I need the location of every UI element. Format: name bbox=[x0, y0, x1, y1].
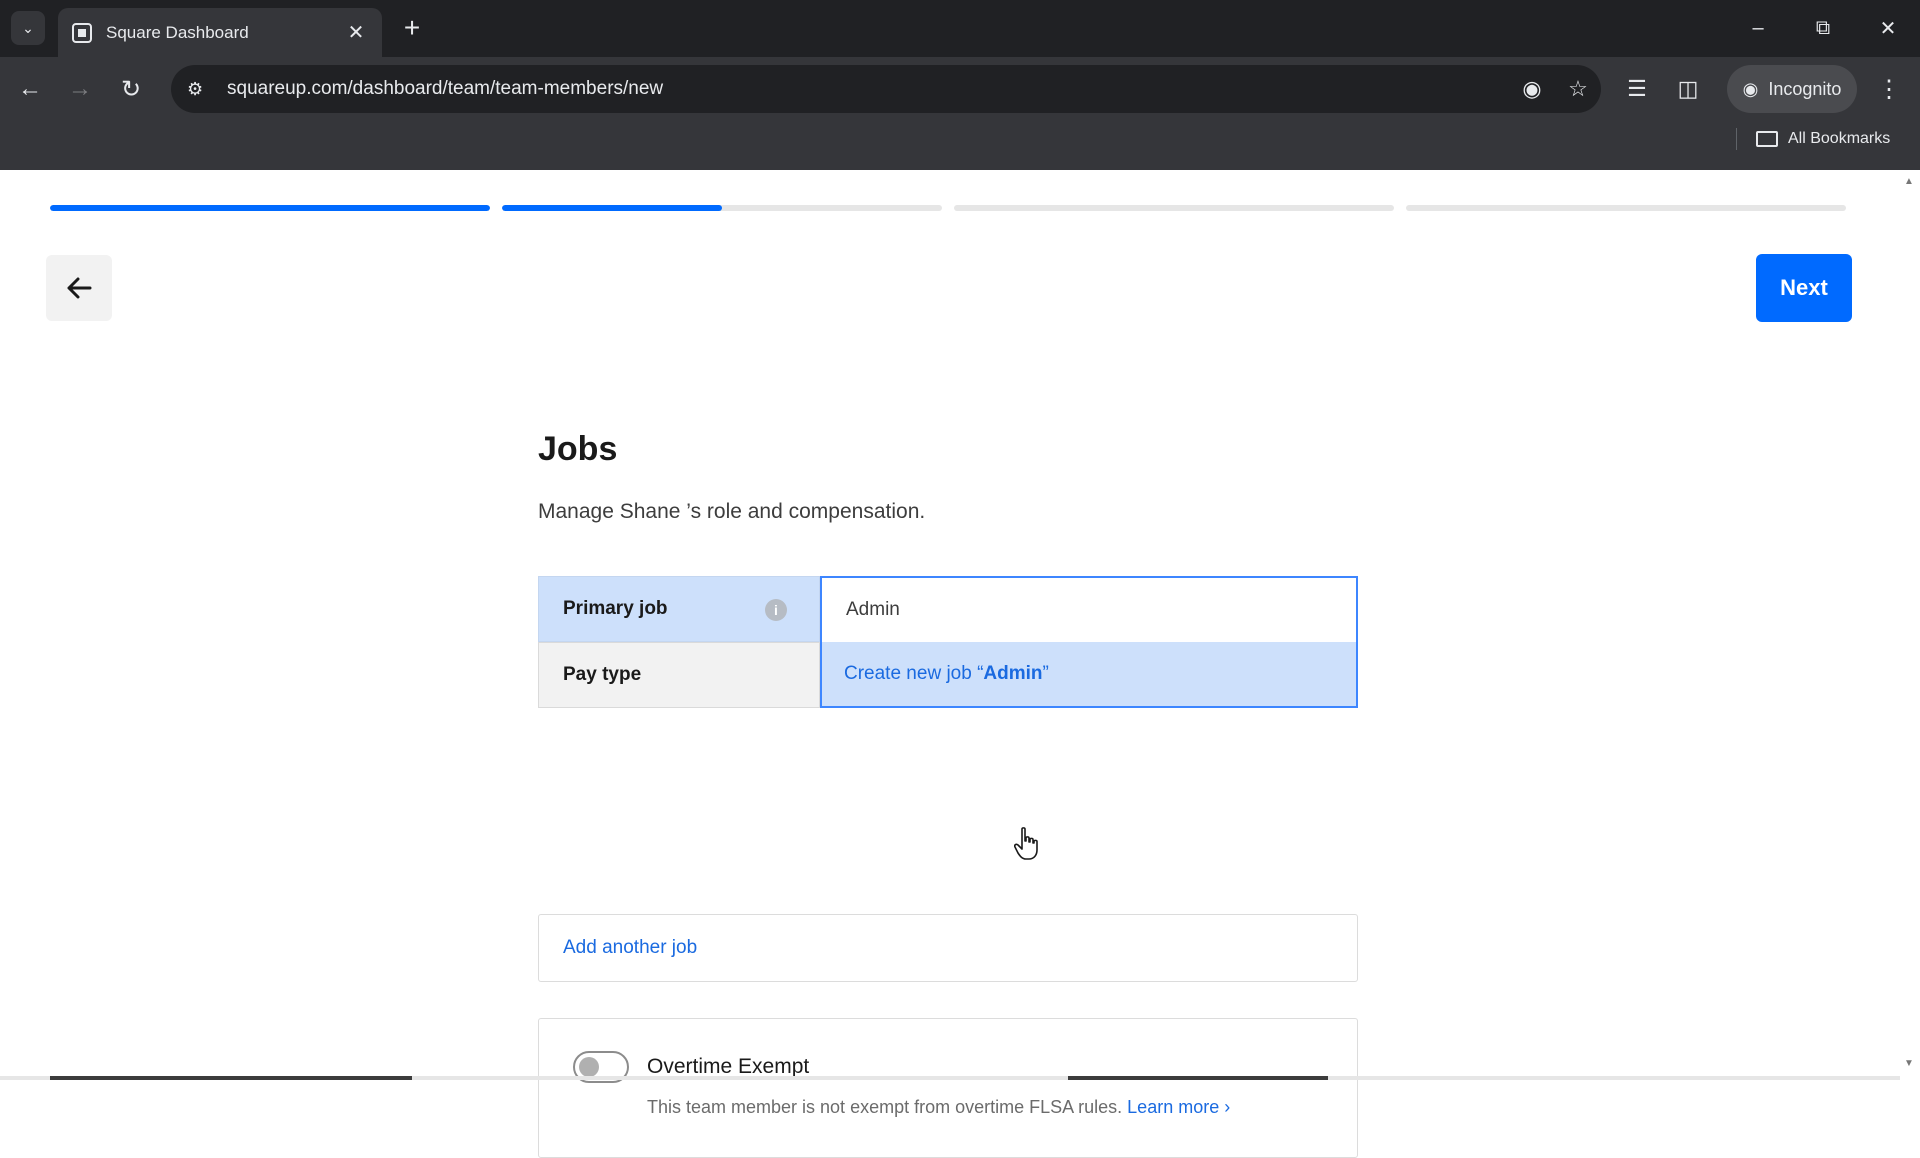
progress-step-1 bbox=[50, 205, 490, 211]
forward-nav-button[interactable]: → bbox=[60, 69, 100, 109]
close-window-button[interactable]: ✕ bbox=[1868, 10, 1908, 46]
eye-off-icon[interactable]: ◉ bbox=[1509, 76, 1555, 102]
browser-toolbar: ← → ↻ ⚙ squareup.com/dashboard/team/team… bbox=[0, 57, 1920, 177]
learn-more-label: Learn more bbox=[1127, 1097, 1220, 1117]
bookmarks-divider bbox=[1736, 128, 1737, 150]
page-content: Next Jobs Manage Shane ’s role and compe… bbox=[0, 170, 1900, 1158]
horizontal-scroll-thumb-2[interactable] bbox=[1068, 1076, 1328, 1080]
create-option-match: Admin bbox=[983, 663, 1043, 684]
url-text[interactable]: squareup.com/dashboard/team/team-members… bbox=[227, 78, 1509, 100]
horizontal-scroll-track bbox=[0, 1076, 1900, 1080]
pay-type-label: Pay type bbox=[563, 664, 642, 685]
square-favicon-icon bbox=[72, 22, 92, 43]
page-scrollbar[interactable]: ▲ ▼ bbox=[1900, 170, 1920, 1080]
back-nav-button[interactable]: ← bbox=[10, 69, 50, 109]
pay-type-label-cell: Pay type bbox=[538, 642, 820, 708]
progress-step-2-fill bbox=[502, 205, 722, 211]
incognito-label: Incognito bbox=[1768, 78, 1842, 99]
progress-step-4 bbox=[1406, 205, 1846, 211]
overtime-description-text: This team member is not exempt from over… bbox=[647, 1097, 1123, 1117]
primary-job-input[interactable] bbox=[844, 598, 1356, 622]
horizontal-scroll-thumb[interactable] bbox=[50, 1076, 412, 1080]
browser-menu-button[interactable]: ⋮ bbox=[1871, 69, 1907, 109]
close-icon[interactable]: ✕ bbox=[344, 20, 368, 45]
arrow-left-icon: ← bbox=[18, 75, 42, 102]
progress-step-3 bbox=[954, 205, 1394, 211]
primary-job-input-cell[interactable] bbox=[820, 576, 1358, 642]
chevron-right-icon: › bbox=[1224, 1097, 1231, 1117]
hand-pointer-cursor-icon bbox=[1014, 827, 1038, 860]
next-button[interactable]: Next bbox=[1756, 254, 1852, 322]
incognito-icon: ◉ bbox=[1742, 78, 1759, 99]
close-icon: ✕ bbox=[1879, 17, 1897, 40]
tab-title: Square Dashboard bbox=[106, 22, 249, 42]
minimize-icon: – bbox=[1752, 16, 1764, 39]
progress-step-1-fill bbox=[50, 205, 490, 211]
chevron-down-icon: ⌄ bbox=[22, 19, 34, 36]
tab-search-button[interactable]: ⌄ bbox=[11, 11, 45, 45]
toggle-knob bbox=[579, 1057, 599, 1077]
scroll-up-icon[interactable]: ▲ bbox=[1904, 176, 1914, 187]
all-bookmarks-button[interactable]: All Bookmarks bbox=[1756, 123, 1890, 155]
browser-tab[interactable]: Square Dashboard ✕ bbox=[58, 8, 382, 57]
plus-icon: + bbox=[403, 12, 421, 43]
site-info-icon[interactable]: ⚙ bbox=[187, 79, 221, 100]
arrow-right-icon: → bbox=[68, 75, 92, 102]
primary-job-label: Primary job bbox=[563, 598, 668, 619]
job-table: Primary job i Pay type Create new job “A… bbox=[538, 576, 1358, 708]
star-icon[interactable]: ☆ bbox=[1555, 76, 1601, 102]
progress-step-2 bbox=[502, 205, 942, 211]
reload-button[interactable]: ↻ bbox=[111, 69, 151, 109]
address-bar[interactable]: ⚙ squareup.com/dashboard/team/team-membe… bbox=[171, 65, 1601, 113]
browser-titlebar: ⌄ Square Dashboard ✕ + – ⧉ ✕ bbox=[0, 0, 1920, 57]
page-title: Jobs bbox=[538, 430, 618, 468]
add-another-job-button[interactable]: Add another job bbox=[538, 914, 1358, 982]
restore-icon: ⧉ bbox=[1815, 16, 1831, 39]
new-tab-button[interactable]: + bbox=[396, 12, 428, 44]
learn-more-link[interactable]: Learn more › bbox=[1127, 1097, 1230, 1117]
minimize-button[interactable]: – bbox=[1738, 10, 1778, 46]
incognito-badge[interactable]: ◉ Incognito bbox=[1727, 65, 1857, 113]
add-another-job-label: Add another job bbox=[563, 937, 698, 958]
info-icon[interactable]: i bbox=[765, 599, 787, 621]
folder-icon bbox=[1756, 131, 1778, 147]
create-option-suffix: ” bbox=[1042, 663, 1049, 684]
side-panel-icon[interactable]: ◫ bbox=[1668, 69, 1708, 109]
create-option-prefix: Create new job “ bbox=[844, 663, 984, 684]
reload-icon: ↻ bbox=[120, 75, 142, 103]
media-control-icon[interactable]: ☰ bbox=[1617, 69, 1657, 109]
overtime-exempt-description: This team member is not exempt from over… bbox=[647, 1097, 1230, 1118]
primary-job-label-cell: Primary job i bbox=[538, 576, 820, 642]
create-new-job-option[interactable]: Create new job “Admin” bbox=[820, 642, 1358, 708]
more-vertical-icon: ⋮ bbox=[1877, 75, 1901, 103]
scroll-down-icon[interactable]: ▼ bbox=[1904, 1058, 1914, 1069]
back-button[interactable] bbox=[46, 255, 112, 321]
overtime-exempt-card: Overtime Exempt This team member is not … bbox=[538, 1018, 1358, 1158]
restore-button[interactable]: ⧉ bbox=[1803, 10, 1843, 46]
page-subtitle: Manage Shane ’s role and compensation. bbox=[538, 500, 926, 523]
arrow-left-icon bbox=[67, 277, 92, 299]
all-bookmarks-label: All Bookmarks bbox=[1788, 130, 1891, 147]
